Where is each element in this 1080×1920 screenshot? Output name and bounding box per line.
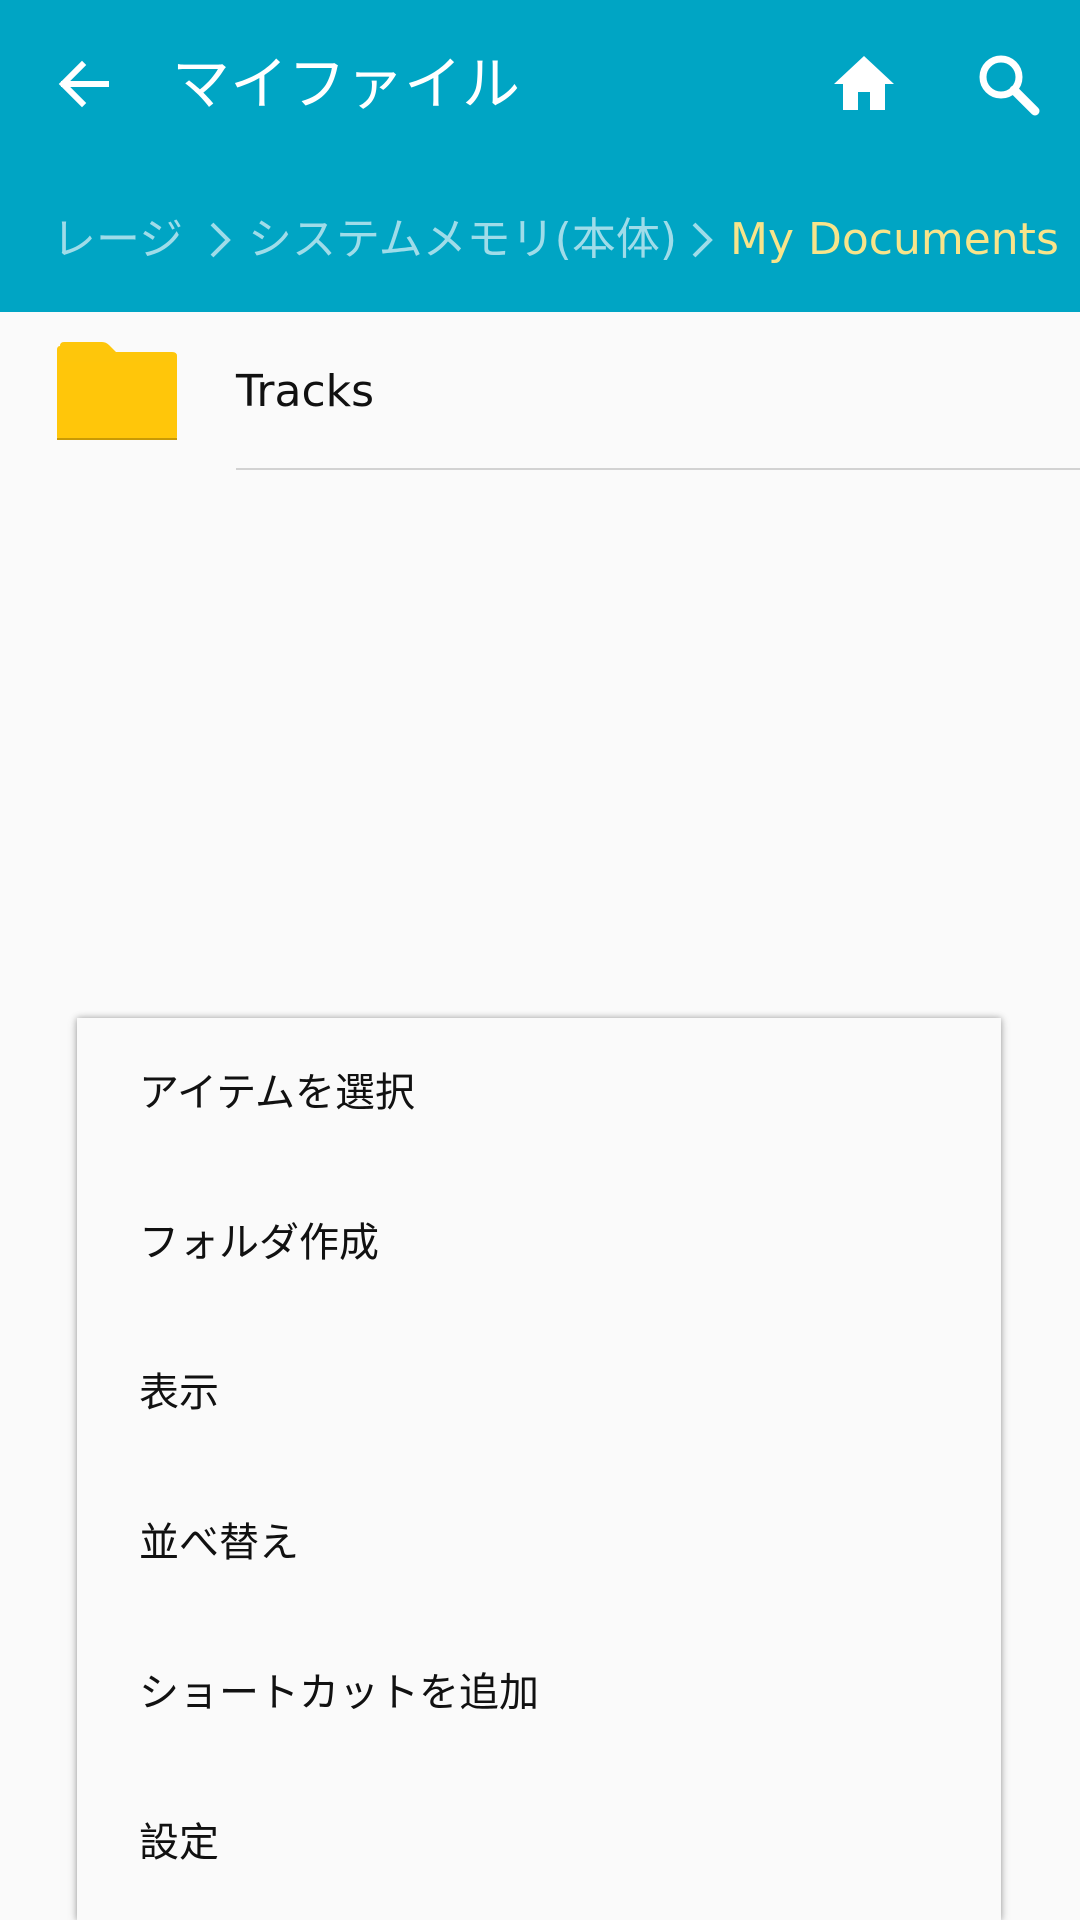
toolbar: マイファイル (0, 0, 1080, 168)
back-button[interactable] (34, 34, 134, 134)
list-divider (236, 468, 1080, 470)
folder-icon (57, 342, 177, 440)
breadcrumb: レージ システムメモリ(本体) My Documents (0, 200, 1080, 280)
arrow-left-icon (58, 60, 109, 108)
menu-item-select-items[interactable]: アイテムを選択 (77, 1018, 1001, 1168)
menu-item-label: フォルダ作成 (139, 1220, 379, 1266)
menu-item-view[interactable]: 表示 (77, 1318, 1001, 1468)
menu-item-label: 設定 (139, 1820, 219, 1866)
app-bar: マイファイル レージ システムメモリ(本体) My Documents (0, 0, 1080, 312)
menu-item-label: ショートカットを追加 (139, 1670, 539, 1716)
menu-item-sort[interactable]: 並べ替え (77, 1468, 1001, 1618)
breadcrumb-item-storage[interactable]: レージ (52, 200, 183, 280)
search-icon (979, 55, 1040, 116)
home-button[interactable] (814, 34, 914, 134)
home-icon (834, 56, 894, 110)
search-button[interactable] (958, 34, 1058, 134)
breadcrumb-item-system-memory[interactable]: システムメモリ(本体) (248, 200, 677, 280)
menu-item-label: アイテムを選択 (139, 1070, 415, 1116)
page-title: マイファイル (172, 50, 521, 118)
overflow-menu: アイテムを選択 フォルダ作成 表示 並べ替え ショートカットを追加 設定 (77, 1018, 1001, 1920)
menu-item-label: 並べ替え (139, 1520, 299, 1566)
list-item-label: Tracks (236, 366, 375, 417)
chevron-right-icon (210, 222, 231, 258)
list-item[interactable]: Tracks (0, 312, 1080, 470)
menu-item-label: 表示 (139, 1370, 219, 1416)
menu-item-add-shortcut[interactable]: ショートカットを追加 (77, 1618, 1001, 1768)
menu-item-settings[interactable]: 設定 (77, 1768, 1001, 1918)
chevron-right-icon (692, 222, 713, 258)
breadcrumb-item-current[interactable]: My Documents (730, 200, 1059, 280)
menu-item-create-folder[interactable]: フォルダ作成 (77, 1168, 1001, 1318)
